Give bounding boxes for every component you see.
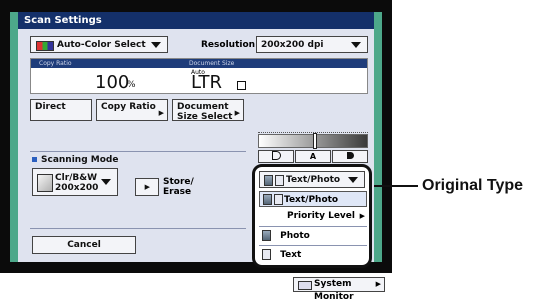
- triangle-right-icon: ▶: [359, 212, 365, 220]
- copy-info-display: Copy Ratio Document Size 100 % Auto LTR: [30, 58, 368, 94]
- triangle-right-icon: ▶: [144, 183, 150, 191]
- scanning-mode-label: Scanning Mode: [32, 155, 118, 165]
- triangle-right-icon: ▶: [158, 109, 164, 117]
- document-size-line1: Document: [177, 102, 229, 112]
- lower-divider: [30, 228, 246, 229]
- store-erase-button[interactable]: ▶: [135, 178, 159, 196]
- option-photo[interactable]: Photo: [259, 228, 367, 244]
- triangle-right-icon: ▶: [234, 109, 240, 117]
- chevron-down-icon: [151, 42, 161, 48]
- density-darker-button[interactable]: [332, 150, 368, 163]
- direct-button[interactable]: Direct: [30, 99, 92, 121]
- scanning-mode-value-2: 200x200: [55, 183, 99, 193]
- system-monitor-label: System Monitor: [314, 279, 354, 302]
- left-frame-accent: [10, 12, 18, 262]
- option-text-photo[interactable]: Text/Photo: [259, 191, 367, 207]
- copy-ratio-unit: %: [127, 80, 136, 90]
- document-size-line2: Size Select: [177, 112, 233, 122]
- popup-divider: [259, 226, 367, 227]
- section-divider: [30, 151, 246, 152]
- option-text[interactable]: Text: [259, 247, 367, 263]
- copy-ratio-caption: Copy Ratio: [39, 60, 72, 67]
- copy-ratio-button[interactable]: Copy Ratio ▶: [96, 99, 168, 121]
- callout-label: Original Type: [422, 177, 524, 194]
- density-slider[interactable]: [258, 133, 368, 149]
- option-text-photo-label: Text/Photo: [284, 195, 339, 205]
- scanner-icon: [37, 174, 53, 192]
- original-type-dropdown[interactable]: Text/Photo: [259, 171, 365, 188]
- text-doc-icon: [274, 194, 283, 205]
- scanning-mode-dropdown[interactable]: Clr/B&W 200x200: [32, 168, 118, 196]
- popup-divider: [259, 245, 367, 246]
- density-lighter-button[interactable]: [258, 150, 294, 163]
- paper-orientation-icon: [237, 81, 246, 90]
- option-priority-level[interactable]: Priority Level ▶: [259, 208, 367, 224]
- dark-density-icon: [346, 152, 354, 159]
- window-title: Scan Settings: [18, 12, 374, 29]
- resolution-dropdown[interactable]: 200x200 dpi: [256, 36, 368, 53]
- copy-ratio-value: 100: [95, 72, 130, 93]
- light-density-icon: [271, 151, 281, 160]
- chevron-down-icon: [348, 177, 358, 183]
- text-doc-icon: [275, 175, 284, 186]
- cancel-button-label: Cancel: [67, 240, 101, 250]
- system-monitor-button[interactable]: System Monitor ▶: [293, 277, 385, 302]
- copy-ratio-button-label: Copy Ratio: [101, 102, 156, 112]
- color-select-dropdown[interactable]: Auto-Color Select: [30, 36, 168, 53]
- document-size-select-button[interactable]: Document Size Select ▶: [172, 99, 244, 122]
- original-type-popup: Text/Photo Text/Photo Priority Level ▶ P…: [252, 164, 372, 268]
- resolution-label: Resolution:: [201, 40, 259, 50]
- triangle-right-icon: ▶: [375, 280, 381, 288]
- text-doc-icon: [262, 249, 271, 260]
- color-select-label: Auto-Color Select: [57, 40, 146, 50]
- monitor-icon: [298, 281, 312, 290]
- callout-line: [374, 185, 418, 187]
- chevron-down-icon: [351, 42, 361, 48]
- density-slider-thumb[interactable]: [313, 133, 317, 149]
- doc-size-value: LTR: [191, 72, 223, 93]
- photo-icon: [262, 230, 271, 241]
- option-priority-level-label: Priority Level: [286, 211, 355, 221]
- photo-icon: [264, 175, 273, 186]
- cancel-button[interactable]: Cancel: [32, 236, 136, 254]
- right-frame-accent: [374, 12, 382, 262]
- store-erase-line2: Erase: [163, 187, 192, 197]
- density-auto-button[interactable]: A: [295, 150, 331, 163]
- scanning-mode-text: Scanning Mode: [41, 155, 119, 165]
- resolution-value: 200x200 dpi: [261, 40, 324, 50]
- scanning-mode-value-1: Clr/B&W: [55, 173, 98, 183]
- photo-icon: [263, 194, 272, 205]
- color-mode-icon: [36, 41, 54, 51]
- bullet-icon: [32, 157, 37, 162]
- store-erase-label: Store/ Erase: [163, 177, 194, 197]
- option-photo-label: Photo: [280, 231, 310, 241]
- chevron-down-icon: [101, 179, 111, 185]
- store-erase-line1: Store/: [163, 177, 194, 187]
- direct-button-label: Direct: [35, 102, 66, 112]
- option-text-label: Text: [280, 250, 302, 260]
- original-type-selected: Text/Photo: [286, 175, 341, 185]
- doc-size-caption: Document Size: [189, 60, 235, 67]
